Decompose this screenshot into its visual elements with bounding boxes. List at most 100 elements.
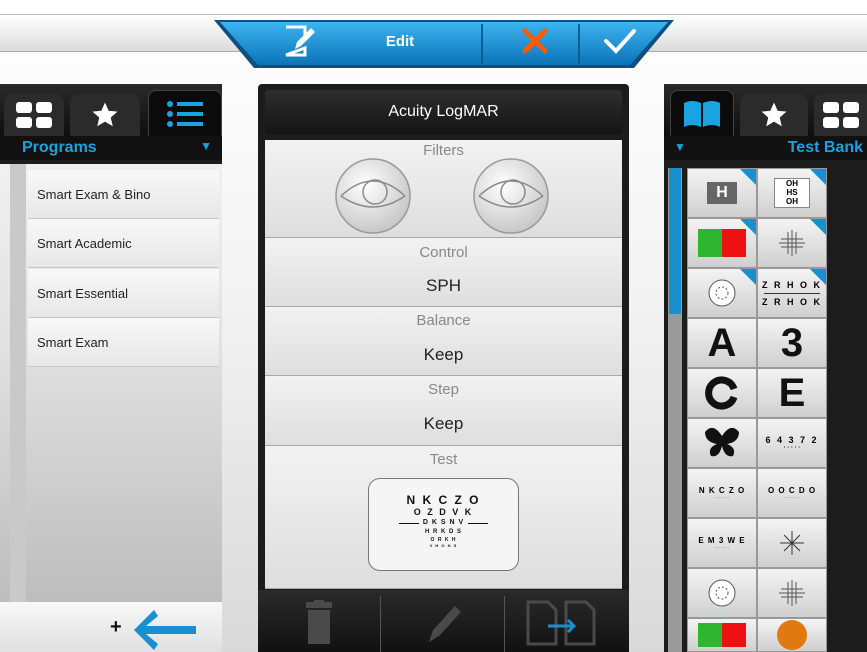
h-test-icon: H xyxy=(707,182,737,204)
test-tile[interactable] xyxy=(757,568,827,618)
test-tile[interactable]: H xyxy=(687,168,757,218)
red-green-test-icon xyxy=(698,623,746,647)
filters-section: Filters xyxy=(265,140,622,238)
list-item-label: Smart Exam xyxy=(37,334,109,350)
list-item-label: Smart Exam & Bino xyxy=(37,186,151,202)
test-tile[interactable] xyxy=(757,618,827,652)
chart-line: O Z D V K xyxy=(413,507,474,517)
step-value: Keep xyxy=(423,414,464,433)
color-plate-icon xyxy=(777,620,807,650)
list-item[interactable]: Smart Exam & Bino xyxy=(28,170,219,219)
chart-line: N K C Z O xyxy=(406,493,481,507)
cross-grid-icon xyxy=(779,230,805,256)
test-tile[interactable]: N K C Z O · · · · · xyxy=(687,468,757,518)
cross-grid-icon xyxy=(779,580,805,606)
butterfly-icon xyxy=(705,427,739,457)
test-tile[interactable] xyxy=(757,518,827,568)
chevron-down-icon[interactable]: ▼ xyxy=(674,140,686,154)
test-tile[interactable]: A xyxy=(687,318,757,368)
eye-icon[interactable] xyxy=(471,158,551,234)
test-tile[interactable] xyxy=(687,368,757,418)
test-tile[interactable]: E xyxy=(757,368,827,418)
programs-title: Programs xyxy=(22,139,97,156)
scrollbar-thumb[interactable] xyxy=(669,168,681,314)
plus-icon[interactable]: + xyxy=(110,616,122,639)
numbers-line: 6 4 3 7 2 xyxy=(765,435,819,445)
test-tile[interactable]: Z R H O K Z R H O K xyxy=(757,268,827,318)
letter-glyph: E xyxy=(778,370,806,415)
filters-label: Filters xyxy=(423,142,464,159)
dot-circle-icon xyxy=(708,279,736,307)
tab-grid[interactable] xyxy=(4,94,64,136)
balance-label: Balance xyxy=(416,312,471,329)
test-tile[interactable]: O O C D O · · · · · xyxy=(757,468,827,518)
tile-corner-badge xyxy=(810,269,826,285)
tab-favorites[interactable] xyxy=(70,94,140,136)
letters-subline: · · · · · xyxy=(785,494,799,501)
divider xyxy=(380,596,381,652)
letters-line: N K C Z O xyxy=(698,485,746,495)
chevron-down-icon[interactable]: ▼ xyxy=(200,139,212,153)
letters-line: O O C D O xyxy=(767,485,817,495)
balance-section[interactable]: Balance Keep xyxy=(265,307,622,376)
tile-corner-badge xyxy=(740,169,756,185)
letters-line: E M 3 W E xyxy=(698,535,746,545)
grid-icon xyxy=(16,102,52,128)
star-icon xyxy=(92,102,118,127)
test-tile[interactable] xyxy=(687,618,757,652)
copy-pages-icon[interactable] xyxy=(526,600,598,646)
tab-list[interactable] xyxy=(148,90,222,137)
config-footer xyxy=(258,590,629,652)
numbers-subline: · · · · · xyxy=(783,445,801,451)
edit-label-cell[interactable]: Edit xyxy=(370,12,430,70)
letter-glyph: 3 xyxy=(780,320,804,365)
close-icon[interactable] xyxy=(490,12,580,70)
test-chart-preview[interactable]: N K C Z O O Z D V K D K S N V H R K D S … xyxy=(368,478,519,571)
test-tile[interactable] xyxy=(687,418,757,468)
step-section[interactable]: Step Keep xyxy=(265,376,622,446)
control-section[interactable]: Control SPH xyxy=(265,238,622,307)
letter-glyph: A xyxy=(707,320,737,365)
tile-corner-badge xyxy=(810,169,826,185)
list-item-label: Smart Essential xyxy=(37,285,129,301)
test-tile[interactable]: OH HS OH xyxy=(757,168,827,218)
test-tile[interactable] xyxy=(687,268,757,318)
programs-footer: + xyxy=(0,602,222,652)
trash-icon[interactable] xyxy=(304,600,334,646)
test-tile[interactable] xyxy=(687,218,757,268)
tile-corner-badge xyxy=(740,269,756,285)
list-item[interactable]: Smart Academic xyxy=(28,219,219,268)
chart-marker-line xyxy=(399,523,419,524)
test-tile[interactable]: E M 3 W E · · · · · xyxy=(687,518,757,568)
tab-favorites[interactable] xyxy=(740,94,808,136)
test-bank-title: Test Bank xyxy=(787,139,863,156)
panel-title: Acuity LogMAR xyxy=(265,90,622,134)
test-tile[interactable]: 6 4 3 7 2 · · · · · xyxy=(757,418,827,468)
control-value: SPH xyxy=(426,276,461,295)
programs-header[interactable]: Programs ▼ xyxy=(0,136,222,160)
edit-note-icon[interactable] xyxy=(260,12,340,70)
star-icon xyxy=(761,102,787,127)
pencil-icon[interactable] xyxy=(423,602,463,646)
list-icon xyxy=(167,101,203,127)
back-arrow-icon[interactable] xyxy=(132,608,198,652)
test-tile[interactable]: 3 xyxy=(757,318,827,368)
test-tile[interactable] xyxy=(687,568,757,618)
book-icon xyxy=(684,101,720,127)
chart-line: H R K D S xyxy=(424,529,462,535)
chart-line: D K S N V xyxy=(422,519,465,526)
test-bank-header[interactable]: ▼ Test Bank xyxy=(664,136,867,160)
zr-line: Z R H O K xyxy=(762,296,822,307)
scrollbar[interactable] xyxy=(668,168,682,652)
tab-grid[interactable] xyxy=(814,94,867,136)
divider xyxy=(504,596,505,652)
tab-library[interactable] xyxy=(670,90,734,137)
list-item[interactable]: Smart Exam xyxy=(28,318,219,367)
eye-icon[interactable] xyxy=(333,158,413,234)
check-icon[interactable] xyxy=(590,12,650,70)
divider xyxy=(764,292,820,294)
list-item[interactable]: Smart Essential xyxy=(28,269,219,318)
test-section: Test N K C Z O O Z D V K D K S N V H R K… xyxy=(265,446,622,589)
test-tile[interactable] xyxy=(757,218,827,268)
tile-corner-badge xyxy=(740,219,756,235)
